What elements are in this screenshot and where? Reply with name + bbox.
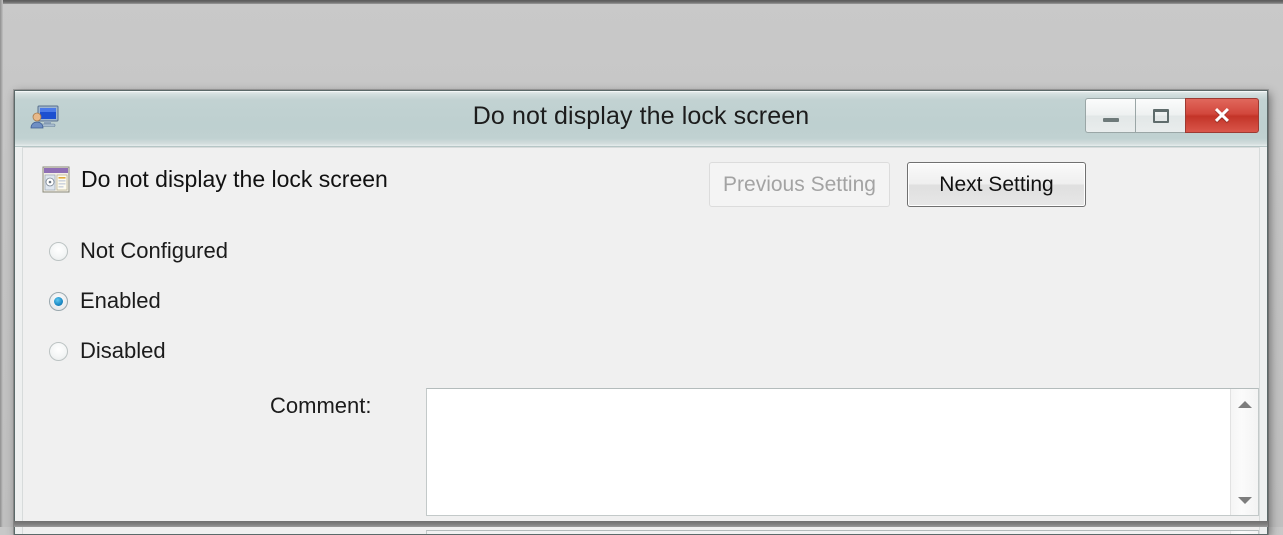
previous-setting-button[interactable]: Previous Setting bbox=[709, 162, 890, 207]
close-button[interactable]: ✕ bbox=[1185, 98, 1259, 133]
minimize-icon bbox=[1102, 118, 1119, 122]
maximize-icon bbox=[1152, 108, 1169, 123]
policy-setting-icon bbox=[42, 166, 70, 193]
comment-label: Comment: bbox=[270, 393, 372, 418]
setting-header-row: Do not display the lock screen Previous … bbox=[23, 148, 1259, 218]
window-title: Do not display the lock screen bbox=[472, 102, 810, 130]
supported-on-textbox[interactable]: At least Windows 8 Consumer Preview bbox=[426, 530, 1259, 534]
scroll-up-icon[interactable] bbox=[1231, 533, 1258, 534]
next-setting-button[interactable]: Next Setting bbox=[907, 162, 1086, 207]
comment-scrollbar[interactable] bbox=[1230, 389, 1258, 515]
window-titlebar[interactable]: Do not display the lock screen ✕ bbox=[15, 91, 1267, 147]
radio-label: Disabled bbox=[80, 338, 166, 363]
radio-indicator bbox=[49, 241, 68, 261]
setting-title: Do not display the lock screen bbox=[81, 166, 388, 192]
close-icon: ✕ bbox=[1212, 102, 1232, 128]
radio-enabled[interactable]: Enabled bbox=[49, 276, 279, 326]
window-bottom-shadow bbox=[14, 521, 1268, 527]
radio-not-configured[interactable]: Not Configured bbox=[49, 226, 279, 276]
supported-on-scrollbar[interactable] bbox=[1230, 531, 1258, 534]
window-client-area: Do not display the lock screen Previous … bbox=[22, 147, 1260, 534]
radio-label: Not Configured bbox=[80, 238, 228, 263]
radio-disabled[interactable]: Disabled bbox=[49, 326, 279, 376]
scroll-up-icon[interactable] bbox=[1231, 391, 1258, 417]
scroll-down-icon[interactable] bbox=[1231, 487, 1258, 513]
minimize-button[interactable] bbox=[1085, 98, 1135, 133]
radio-indicator bbox=[49, 341, 68, 361]
desktop-left-edge bbox=[0, 0, 3, 527]
titlebar-highlight bbox=[15, 91, 1267, 92]
radio-indicator bbox=[49, 291, 68, 311]
policy-setting-window: Do not display the lock screen ✕ Do not … bbox=[14, 90, 1268, 535]
maximize-button[interactable] bbox=[1135, 98, 1185, 133]
caption-button-group: ✕ bbox=[1085, 98, 1259, 133]
radio-label: Enabled bbox=[80, 288, 161, 313]
comment-textbox[interactable] bbox=[426, 388, 1259, 516]
state-radio-group: Not Configured Enabled Disabled bbox=[49, 226, 279, 376]
desktop-top-edge bbox=[0, 0, 1283, 4]
